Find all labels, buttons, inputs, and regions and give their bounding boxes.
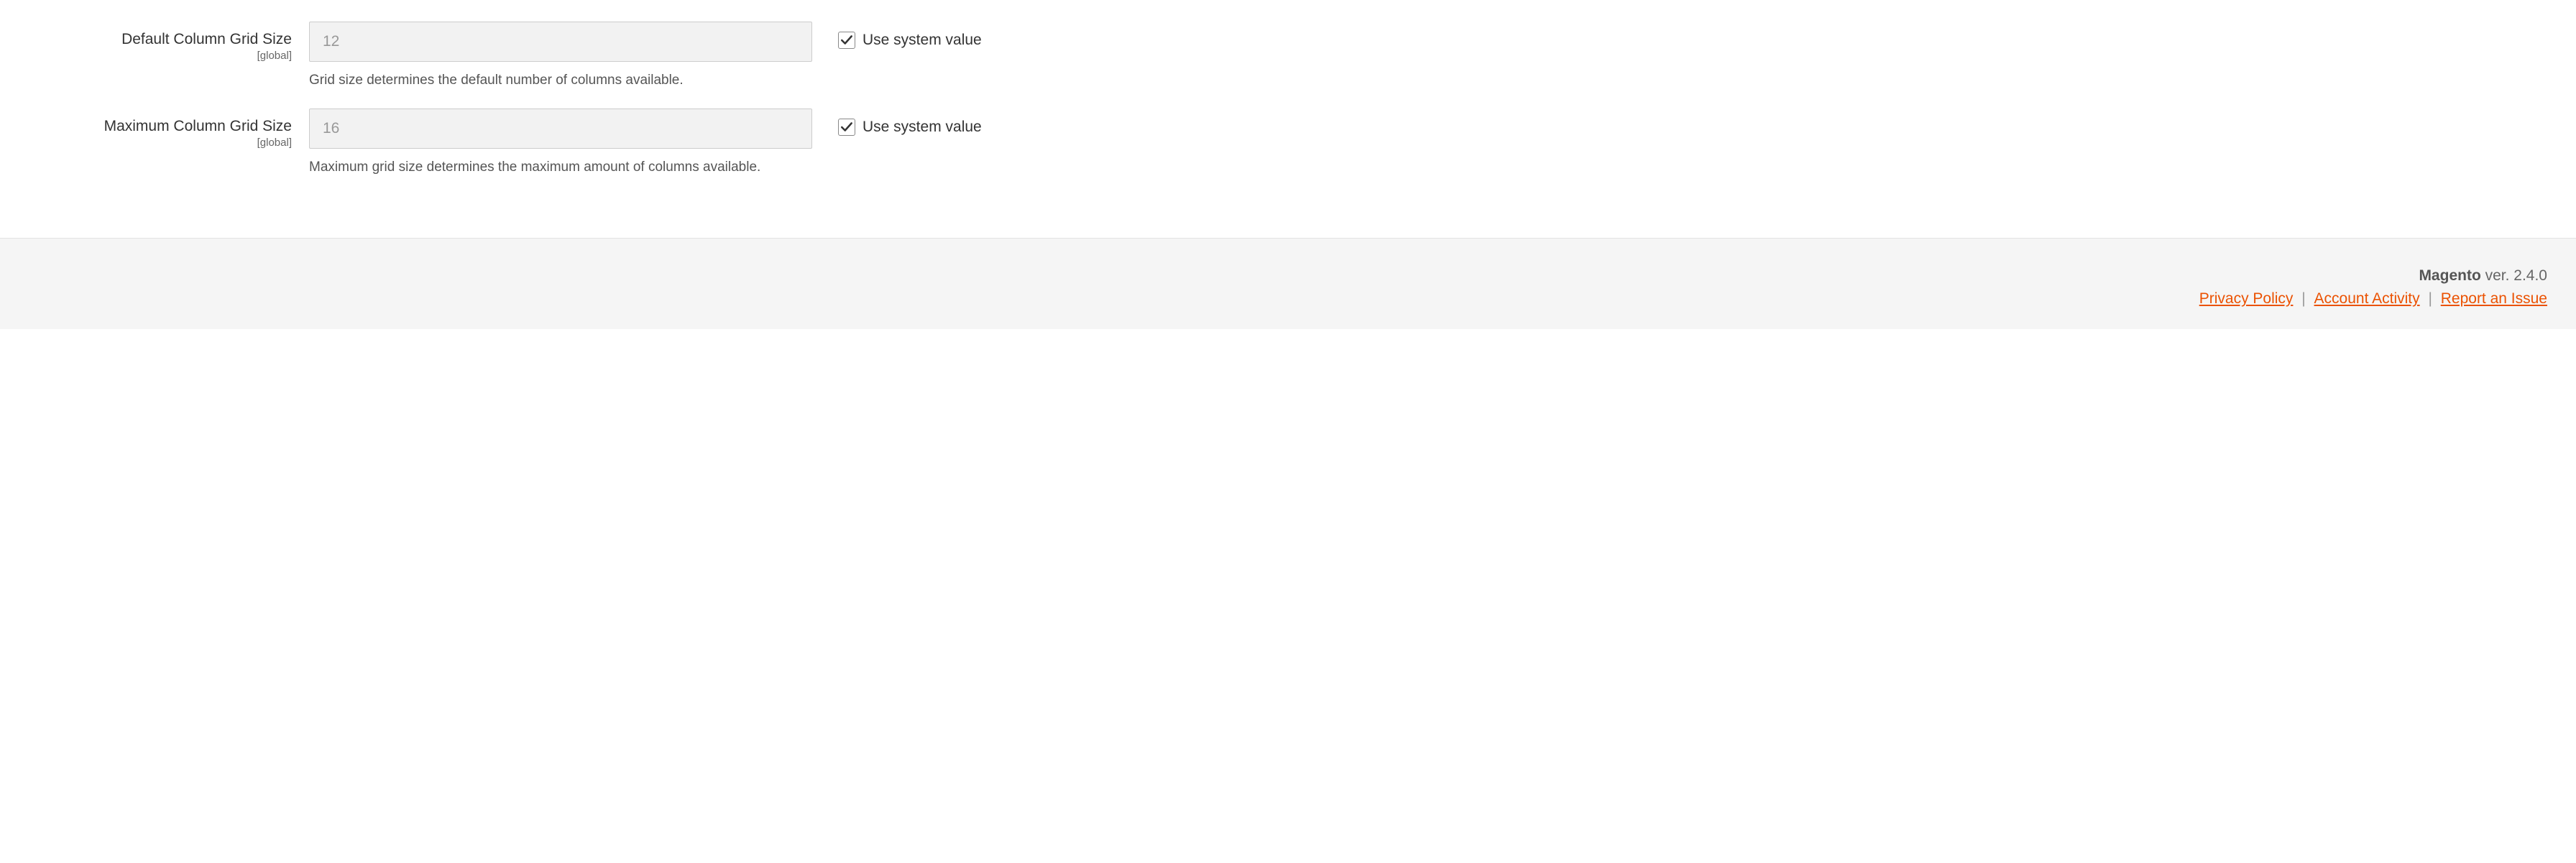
checkmark-icon [840,121,853,134]
content-area: Default Column Grid Size [global] Grid s… [0,0,2576,238]
row-default-grid: Default Column Grid Size [global] Grid s… [22,22,2554,90]
label-col-max: Maximum Column Grid Size [global] [22,109,309,149]
max-grid-help: Maximum grid size determines the maximum… [309,159,812,177]
input-col-max: Maximum grid size determines the maximum… [309,109,812,177]
use-system-default-label: Use system value [862,32,982,49]
default-grid-input[interactable] [309,22,812,62]
row-max-grid: Maximum Column Grid Size [global] Maximu… [22,109,2554,177]
footer-sep-1: | [2297,290,2309,307]
use-system-default-wrap[interactable]: Use system value [838,32,982,49]
checkbox-col-max: Use system value [812,109,982,136]
footer-brand: Magento [2419,267,2480,284]
default-grid-label: Default Column Grid Size [22,30,292,48]
default-grid-help: Grid size determines the default number … [309,72,812,90]
label-col-default: Default Column Grid Size [global] [22,22,309,62]
checkmark-icon [840,34,853,47]
footer-version: Magento ver. 2.4.0 [29,267,2547,285]
use-system-max-label: Use system value [862,119,982,136]
report-issue-link[interactable]: Report an Issue [2441,290,2547,307]
footer-sep-2: | [2424,290,2437,307]
max-grid-label: Maximum Column Grid Size [22,117,292,135]
privacy-policy-link[interactable]: Privacy Policy [2199,290,2294,307]
default-grid-scope: [global] [22,50,292,62]
input-col-default: Grid size determines the default number … [309,22,812,90]
use-system-max-wrap[interactable]: Use system value [838,119,982,136]
use-system-default-checkbox[interactable] [838,32,855,49]
config-panel: Default Column Grid Size [global] Grid s… [0,0,2576,329]
footer: Magento ver. 2.4.0 Privacy Policy | Acco… [0,238,2576,329]
max-grid-input[interactable] [309,109,812,149]
footer-version-text: ver. 2.4.0 [2481,267,2547,284]
account-activity-link[interactable]: Account Activity [2314,290,2420,307]
checkbox-col-default: Use system value [812,22,982,49]
max-grid-scope: [global] [22,137,292,149]
footer-links: Privacy Policy | Account Activity | Repo… [29,290,2547,308]
use-system-max-checkbox[interactable] [838,119,855,136]
